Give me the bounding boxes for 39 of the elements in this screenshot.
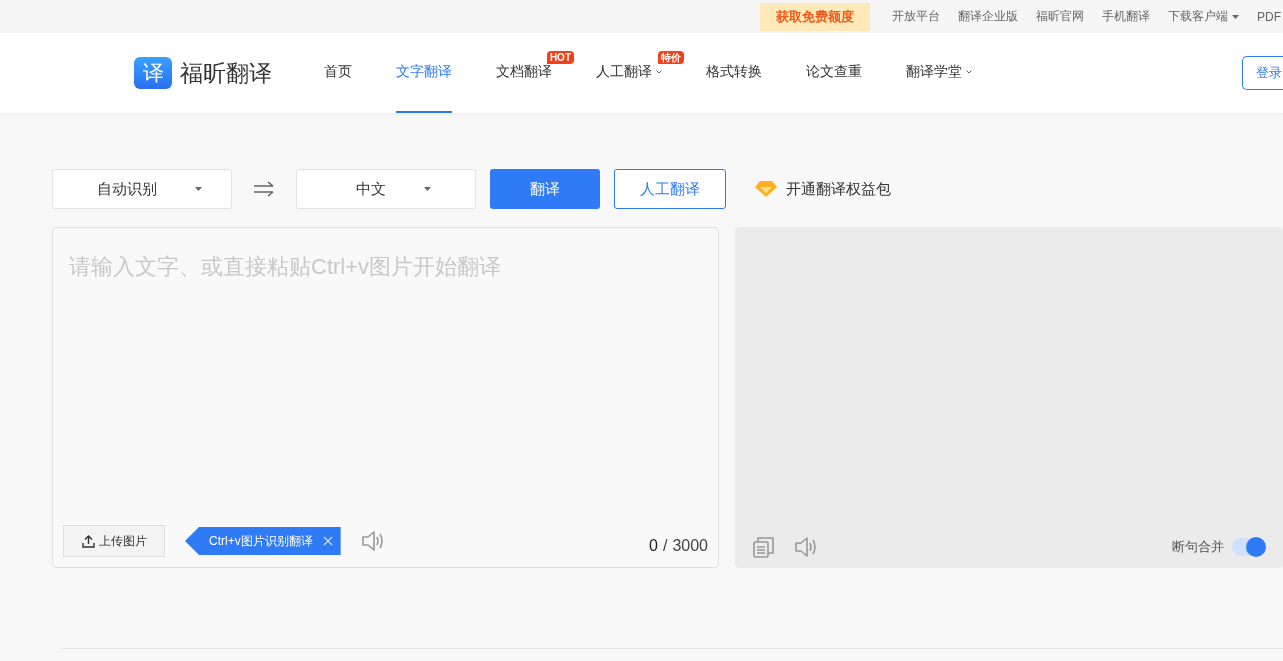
logo-text: 福昕翻译	[180, 58, 272, 88]
nav-tab[interactable]: 人工翻译	[596, 63, 652, 81]
benefit-link[interactable]: 开通翻译权益包	[786, 179, 891, 199]
character-count: 0	[649, 537, 658, 555]
nav-tab[interactable]: 论文查重	[806, 63, 862, 81]
target-language-select[interactable]: 中文	[296, 169, 476, 209]
nav-tab[interactable]: 首页	[324, 63, 352, 81]
nav-tab[interactable]: 格式转换	[706, 63, 762, 81]
upload-icon	[81, 534, 95, 548]
login-button[interactable]: 登录	[1242, 56, 1283, 90]
count-separator: /	[662, 537, 668, 555]
human-translation-button[interactable]: 人工翻译	[614, 169, 726, 209]
top-link[interactable]: 下载客户端	[1168, 8, 1228, 25]
copy-icon[interactable]	[753, 536, 774, 558]
caret-icon	[423, 187, 431, 191]
upload-image-button[interactable]: 上传图片	[63, 525, 165, 557]
merge-sentences-label: 断句合并	[1172, 538, 1224, 556]
nav-tab[interactable]: 文档翻译	[496, 63, 552, 81]
speaker-icon[interactable]	[794, 536, 818, 558]
top-link[interactable]: 翻译企业版	[958, 8, 1018, 25]
character-limit: 3000	[672, 537, 708, 555]
source-language-select[interactable]: 自动识别	[52, 169, 232, 209]
nav-badge: HOT	[546, 51, 574, 64]
nav-tab[interactable]: 翻译学堂	[906, 63, 962, 81]
top-link[interactable]: 手机翻译	[1102, 8, 1150, 25]
translate-button[interactable]: 翻译	[490, 169, 600, 209]
nav-badge: 特价	[658, 51, 684, 64]
logo-icon: 译	[134, 57, 172, 89]
diamond-icon	[754, 180, 778, 198]
paste-tip: Ctrl+v图片识别翻译	[185, 527, 341, 555]
speaker-icon[interactable]	[360, 530, 385, 552]
top-link[interactable]: 开放平台	[892, 8, 940, 25]
close-icon[interactable]	[322, 536, 333, 546]
merge-toggle[interactable]	[1232, 538, 1266, 556]
caret-icon	[194, 187, 202, 191]
top-link[interactable]: 福昕官网	[1036, 8, 1084, 25]
swap-icon[interactable]	[253, 181, 275, 197]
nav-tab[interactable]: 文字翻译	[396, 63, 452, 81]
top-link[interactable]: PDF	[1257, 9, 1281, 24]
